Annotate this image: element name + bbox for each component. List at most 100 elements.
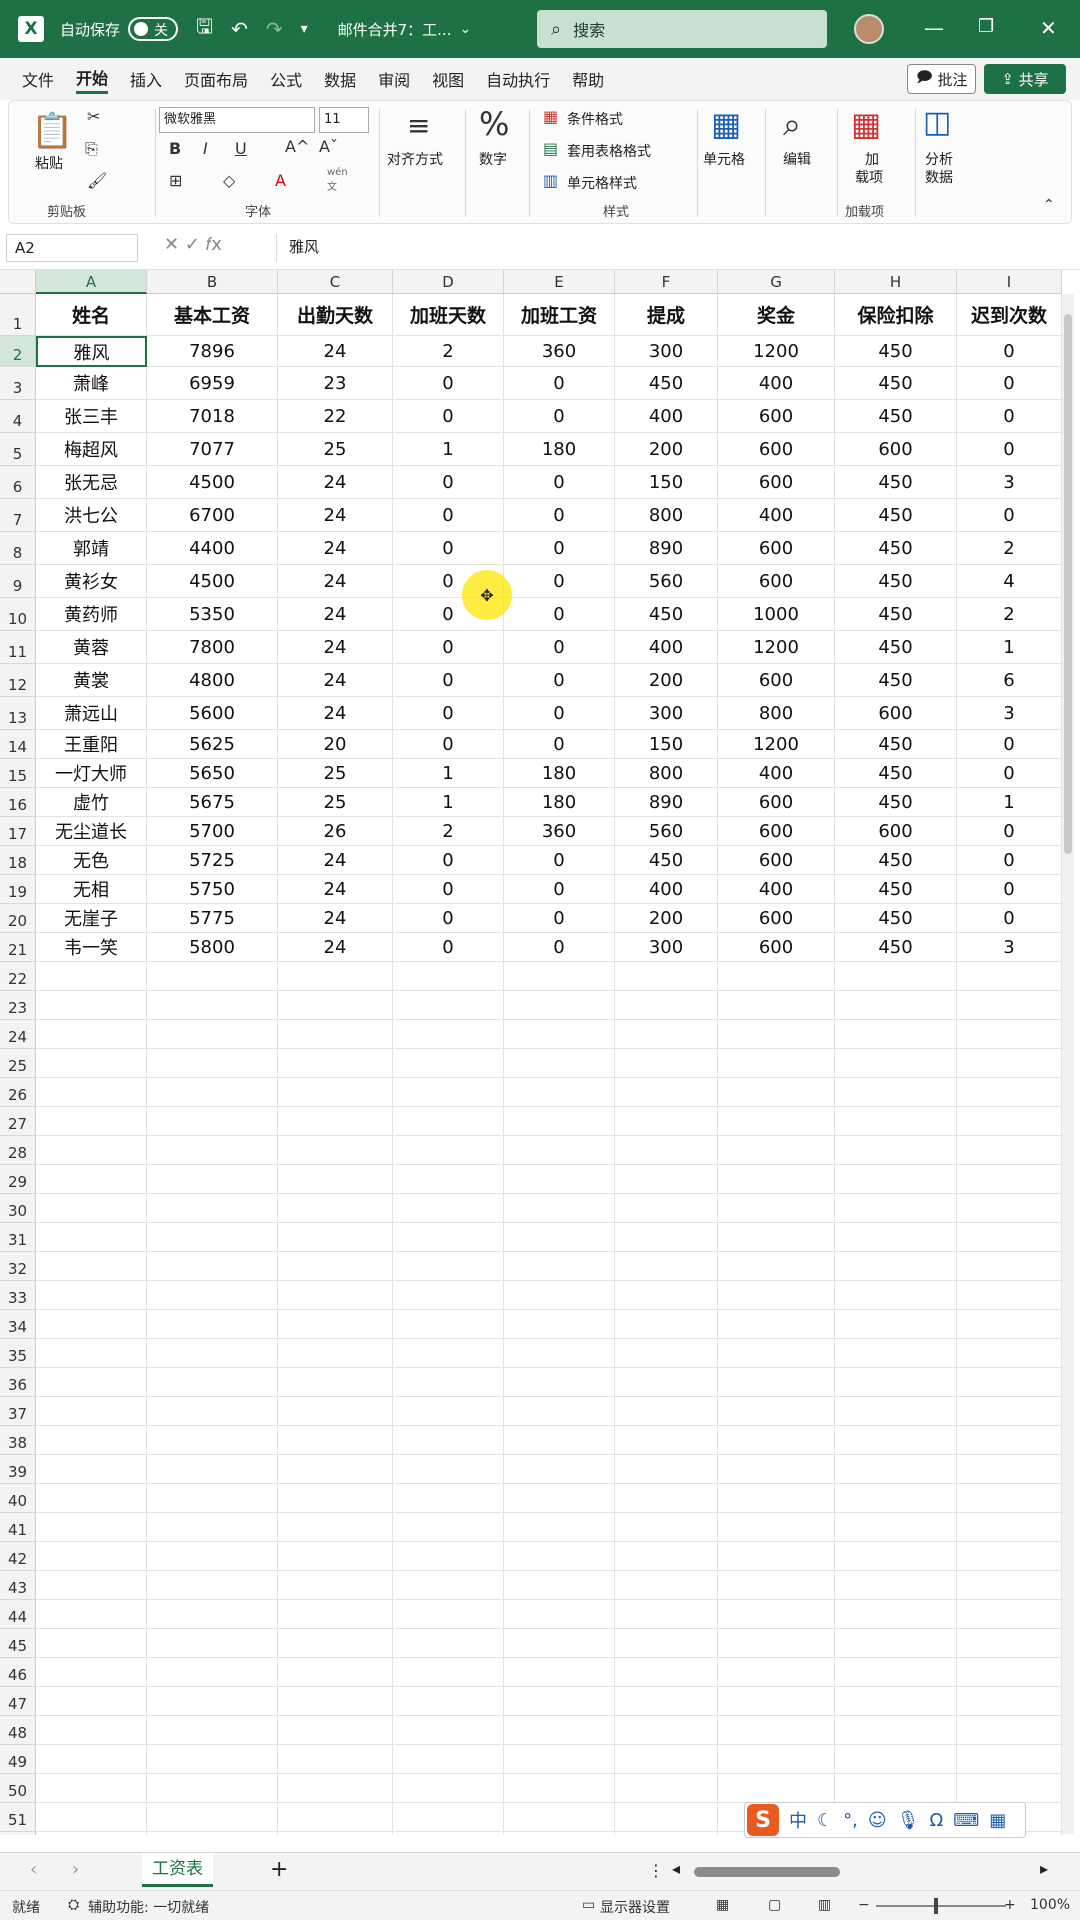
data-cell[interactable]: 黄衫女 (36, 565, 147, 598)
empty-cell[interactable] (147, 1687, 278, 1716)
data-cell[interactable]: 180 (504, 433, 615, 466)
empty-cell[interactable] (615, 1513, 718, 1542)
empty-cell[interactable] (957, 1339, 1062, 1368)
data-cell[interactable]: 400 (615, 875, 718, 904)
empty-cell[interactable] (615, 1484, 718, 1513)
empty-cell[interactable] (393, 1310, 504, 1339)
font-color-icon[interactable]: A (275, 171, 286, 190)
empty-cell[interactable] (278, 1049, 393, 1078)
empty-cell[interactable] (393, 1426, 504, 1455)
empty-cell[interactable] (504, 1513, 615, 1542)
empty-cell[interactable] (504, 1339, 615, 1368)
font-name-select[interactable]: 微软雅黑 (159, 107, 315, 133)
data-cell[interactable]: 400 (615, 400, 718, 433)
empty-cell[interactable] (835, 1513, 957, 1542)
empty-cell[interactable] (718, 1223, 835, 1252)
empty-cell[interactable] (835, 1049, 957, 1078)
data-cell[interactable]: 24 (278, 933, 393, 962)
empty-cell[interactable] (147, 1513, 278, 1542)
data-cell[interactable]: 0 (957, 730, 1062, 759)
data-cell[interactable]: 450 (615, 846, 718, 875)
empty-cell[interactable] (835, 1078, 957, 1107)
empty-cell[interactable] (278, 1687, 393, 1716)
empty-cell[interactable] (147, 1281, 278, 1310)
next-sheet-icon[interactable]: › (72, 1859, 79, 1880)
menu-item-7[interactable]: 视图 (432, 67, 464, 91)
empty-cell[interactable] (718, 1136, 835, 1165)
row-header[interactable]: 41 (0, 1513, 36, 1542)
data-cell[interactable]: 0 (504, 664, 615, 697)
empty-cell[interactable] (278, 1745, 393, 1774)
horizontal-scrollbar[interactable] (690, 1865, 1050, 1879)
column-header-A[interactable]: A (36, 270, 147, 294)
data-cell[interactable]: 1200 (718, 730, 835, 759)
data-cell[interactable]: 0 (393, 400, 504, 433)
empty-cell[interactable] (36, 1281, 147, 1310)
data-cell[interactable]: 0 (393, 846, 504, 875)
data-cell[interactable]: 560 (615, 817, 718, 846)
empty-cell[interactable] (393, 1281, 504, 1310)
empty-cell[interactable] (147, 1716, 278, 1745)
empty-cell[interactable] (36, 1368, 147, 1397)
empty-cell[interactable] (718, 1745, 835, 1774)
data-cell[interactable]: 黄药师 (36, 598, 147, 631)
zoom-slider[interactable] (876, 1905, 1006, 1907)
empty-cell[interactable] (504, 1136, 615, 1165)
empty-cell[interactable] (957, 991, 1062, 1020)
empty-cell[interactable] (36, 1165, 147, 1194)
vertical-scrollbar[interactable] (1062, 294, 1074, 1834)
redo-icon[interactable]: ↷ (266, 17, 283, 41)
empty-cell[interactable] (278, 1716, 393, 1745)
zoom-out-icon[interactable]: − (858, 1897, 870, 1913)
row-header[interactable]: 26 (0, 1078, 36, 1107)
empty-cell[interactable] (147, 1310, 278, 1339)
header-cell[interactable]: 迟到次数 (957, 294, 1062, 336)
row-header[interactable]: 42 (0, 1542, 36, 1571)
cells-label[interactable]: 单元格 (703, 149, 745, 169)
data-cell[interactable]: 24 (278, 904, 393, 933)
data-cell[interactable]: 0 (957, 400, 1062, 433)
data-cell[interactable]: 7018 (147, 400, 278, 433)
data-cell[interactable]: 24 (278, 846, 393, 875)
format-painter-icon[interactable]: 🖌 (87, 171, 107, 190)
data-cell[interactable]: 400 (718, 367, 835, 400)
header-cell[interactable]: 加班工资 (504, 294, 615, 336)
empty-cell[interactable] (835, 1310, 957, 1339)
row-header[interactable]: 43 (0, 1571, 36, 1600)
empty-cell[interactable] (393, 1455, 504, 1484)
data-cell[interactable]: 600 (718, 565, 835, 598)
conditional-format-button[interactable]: 条件格式 (567, 109, 623, 129)
empty-cell[interactable] (615, 1426, 718, 1455)
border-icon[interactable]: ⊞ (169, 171, 182, 190)
data-cell[interactable]: 1 (393, 788, 504, 817)
empty-cell[interactable] (36, 962, 147, 991)
data-cell[interactable]: 0 (504, 565, 615, 598)
undo-icon[interactable]: ↶ (231, 17, 248, 41)
empty-cell[interactable] (615, 1803, 718, 1832)
empty-cell[interactable] (615, 962, 718, 991)
row-header[interactable]: 50 (0, 1774, 36, 1803)
header-cell[interactable]: 提成 (615, 294, 718, 336)
data-cell[interactable]: 450 (835, 846, 957, 875)
empty-cell[interactable] (393, 1658, 504, 1687)
empty-cell[interactable] (504, 1310, 615, 1339)
empty-cell[interactable] (278, 1455, 393, 1484)
empty-cell[interactable] (147, 1252, 278, 1281)
menu-item-9[interactable]: 帮助 (572, 67, 604, 91)
empty-cell[interactable] (147, 1397, 278, 1426)
shrink-font-button[interactable]: Aˇ (319, 137, 338, 156)
data-cell[interactable]: 450 (835, 788, 957, 817)
data-cell[interactable]: 1200 (718, 336, 835, 367)
data-cell[interactable]: 600 (718, 400, 835, 433)
data-cell[interactable]: 萧峰 (36, 367, 147, 400)
page-layout-icon[interactable]: ▢ (768, 1897, 781, 1913)
data-cell[interactable]: 0 (504, 846, 615, 875)
menu-item-4[interactable]: 公式 (270, 67, 302, 91)
data-cell[interactable]: 0 (393, 933, 504, 962)
data-cell[interactable]: 0 (957, 817, 1062, 846)
data-cell[interactable]: 24 (278, 598, 393, 631)
row-header[interactable]: 4 (0, 400, 36, 433)
empty-cell[interactable] (835, 1426, 957, 1455)
paste-icon[interactable]: 📋 (31, 111, 73, 151)
empty-cell[interactable] (957, 1194, 1062, 1223)
